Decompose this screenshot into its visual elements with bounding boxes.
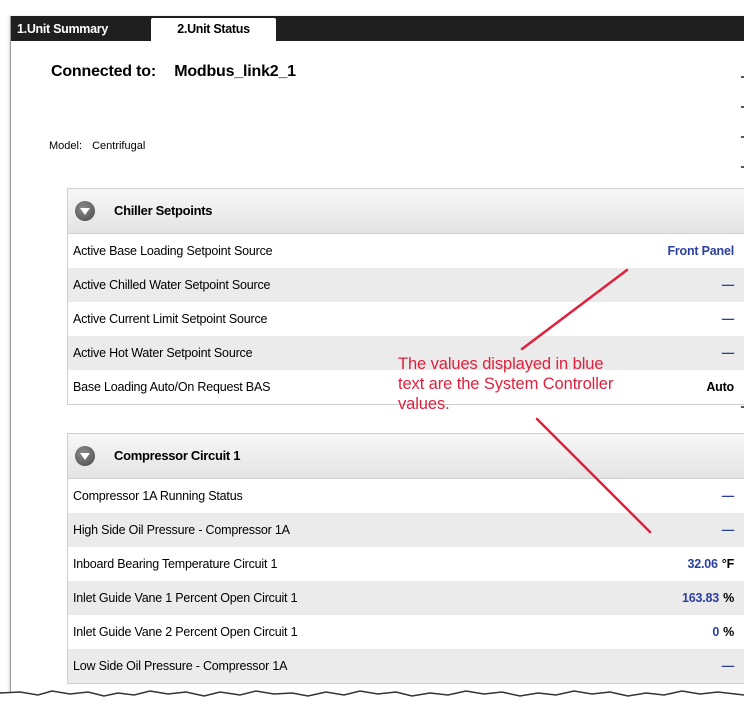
collapse-icon[interactable] <box>75 446 95 466</box>
table-row: Active Chilled Water Setpoint Source — <box>68 268 744 302</box>
callout-line: values. <box>398 395 450 413</box>
table-row: High Side Oil Pressure - Compressor 1A — <box>68 513 744 547</box>
value-number: 0 <box>712 625 720 639</box>
callout-line: The values displayed in blue <box>398 355 604 373</box>
connection-label: Connected to: <box>51 63 156 80</box>
torn-edge <box>0 690 744 711</box>
row-value: Front Panel <box>667 244 734 258</box>
compressor-circuit-1-panel: Compressor Circuit 1 Compressor 1A Runni… <box>67 433 744 684</box>
tab-bar: 1.Unit Summary 2.Unit Status <box>11 16 744 41</box>
row-label: Active Base Loading Setpoint Source <box>73 244 273 258</box>
table-row: Low Side Oil Pressure - Compressor 1A — <box>68 649 744 683</box>
value-unit: °F <box>721 557 734 571</box>
value-unit: % <box>723 591 734 605</box>
row-value: Auto <box>706 380 734 394</box>
connection-value: Modbus_link2_1 <box>174 63 296 80</box>
row-value: 32.06 °F <box>687 557 734 571</box>
row-label: Compressor 1A Running Status <box>73 489 243 503</box>
row-label: Base Loading Auto/On Request BAS <box>73 380 271 394</box>
row-label: Inlet Guide Vane 1 Percent Open Circuit … <box>73 591 298 605</box>
chiller-setpoints-header[interactable]: Chiller Setpoints <box>68 189 744 234</box>
panel-title: Compressor Circuit 1 <box>114 448 241 463</box>
row-value: — <box>721 523 735 537</box>
table-row: Inlet Guide Vane 2 Percent Open Circuit … <box>68 615 744 649</box>
row-value: 0% <box>712 625 734 639</box>
collapse-icon[interactable] <box>75 201 95 221</box>
table-row: Inlet Guide Vane 1 Percent Open Circuit … <box>68 581 744 615</box>
row-value: — <box>721 346 735 360</box>
value-number: 163.83 <box>682 591 720 605</box>
row-label: Active Chilled Water Setpoint Source <box>73 278 271 292</box>
row-value: — <box>721 312 735 326</box>
model-value: Centrifugal <box>92 140 146 152</box>
row-value: — <box>721 659 735 673</box>
compressor-circuit-1-header[interactable]: Compressor Circuit 1 <box>68 434 744 479</box>
model-label: Model: <box>49 140 83 152</box>
table-row: Active Current Limit Setpoint Source — <box>68 302 744 336</box>
tab-unit-summary[interactable]: 1.Unit Summary <box>11 18 131 41</box>
callout-line: text are the System Controller <box>398 375 614 393</box>
row-label: High Side Oil Pressure - Compressor 1A <box>73 523 290 537</box>
table-row: Compressor 1A Running Status — <box>68 479 744 513</box>
annotation-callout: The values displayed in blue text are th… <box>398 354 698 414</box>
row-value: — <box>721 489 735 503</box>
table-row: Inboard Bearing Temperature Circuit 1 32… <box>68 547 744 581</box>
value-number: 32.06 <box>687 557 718 571</box>
row-label: Low Side Oil Pressure - Compressor 1A <box>73 659 288 673</box>
row-value: — <box>721 278 735 292</box>
row-label: Inlet Guide Vane 2 Percent Open Circuit … <box>73 625 298 639</box>
model-line: Model: Centrifugal <box>49 140 145 152</box>
row-label: Inboard Bearing Temperature Circuit 1 <box>73 557 278 571</box>
panel-title: Chiller Setpoints <box>114 203 213 218</box>
row-label: Active Hot Water Setpoint Source <box>73 346 253 360</box>
row-label: Active Current Limit Setpoint Source <box>73 312 268 326</box>
row-value: 163.83% <box>682 591 734 605</box>
tab-unit-status[interactable]: 2.Unit Status <box>151 18 276 41</box>
table-row: Active Base Loading Setpoint Source Fron… <box>68 234 744 268</box>
value-unit: % <box>723 625 734 639</box>
connection-line: Connected to: Modbus_link2_1 <box>51 63 296 81</box>
